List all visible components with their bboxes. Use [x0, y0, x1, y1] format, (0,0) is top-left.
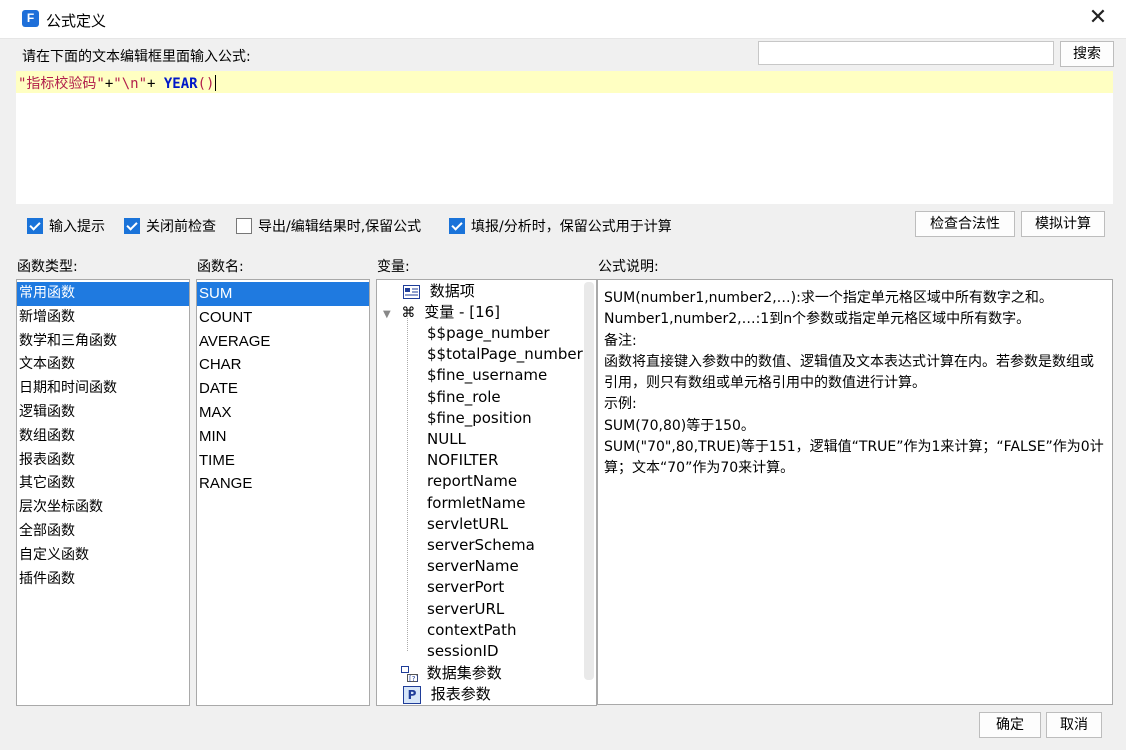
- tree-item-dataset-params[interactable]: [?] 数据集参数: [401, 663, 502, 684]
- variables-scrollbar[interactable]: [584, 282, 594, 680]
- list-item[interactable]: MIN: [197, 425, 369, 449]
- option-input-hint[interactable]: 输入提示: [27, 216, 105, 236]
- search-button[interactable]: 搜索: [1060, 41, 1114, 67]
- tree-item-variable[interactable]: serverPort: [427, 577, 504, 598]
- formula-description: SUM(number1,number2,…):求一个指定单元格区域中所有数字之和…: [597, 279, 1113, 705]
- list-item[interactable]: 日期和时间函数: [17, 377, 189, 401]
- close-icon[interactable]: ✕: [1084, 4, 1112, 32]
- title-bar: F 公式定义 ✕: [0, 0, 1126, 39]
- tree-item-variable[interactable]: sessionID: [427, 641, 499, 662]
- list-item[interactable]: 插件函数: [17, 568, 189, 592]
- variables-label: 变量:: [377, 259, 410, 275]
- desc-line: 函数将直接键入参数中的数值、逻辑值及文本表达式计算在内。若参数是数组或引用，则只…: [604, 353, 1094, 392]
- list-item[interactable]: TIME: [197, 449, 369, 473]
- list-item[interactable]: 全部函数: [17, 520, 189, 544]
- tree-item-variable[interactable]: serverURL: [427, 599, 504, 620]
- list-item[interactable]: 逻辑函数: [17, 401, 189, 425]
- editor-prompt: 请在下面的文本编辑框里面输入公式:: [22, 49, 251, 65]
- list-item[interactable]: 数学和三角函数: [17, 330, 189, 354]
- tree-item-variable[interactable]: contextPath: [427, 620, 517, 641]
- tree-item-variable[interactable]: $$page_number: [427, 323, 550, 344]
- tree-item-variable[interactable]: $$totalPage_number: [427, 344, 583, 365]
- func-type-label: 函数类型:: [17, 259, 78, 275]
- desc-line: 备注:: [604, 332, 637, 349]
- check-validity-button[interactable]: 检查合法性: [915, 211, 1015, 237]
- tree-item-variable[interactable]: $fine_position: [427, 408, 532, 429]
- list-item[interactable]: 报表函数: [17, 449, 189, 473]
- tree-item-variable[interactable]: serverSchema: [427, 535, 535, 556]
- collapse-arrow-icon[interactable]: ▼: [383, 309, 391, 320]
- list-item[interactable]: 自定义函数: [17, 544, 189, 568]
- list-item[interactable]: 文本函数: [17, 353, 189, 377]
- option-keep-formula-export[interactable]: 导出/编辑结果时,保留公式: [236, 216, 421, 236]
- tree-guide-line: [407, 316, 408, 651]
- keep-formula-export-checkbox[interactable]: [236, 218, 252, 234]
- list-item[interactable]: 新增函数: [17, 306, 189, 330]
- list-item[interactable]: 其它函数: [17, 472, 189, 496]
- list-item[interactable]: MAX: [197, 401, 369, 425]
- list-item[interactable]: SUM: [197, 282, 369, 306]
- tree-item-variable[interactable]: NULL: [427, 429, 466, 450]
- func-name-list: SUM COUNT AVERAGE CHAR DATE MAX MIN TIME…: [196, 279, 370, 706]
- keep-formula-fill-checkbox[interactable]: [449, 218, 465, 234]
- desc-line: Number1,number2,…:1到n个参数或指定单元格区域中所有数字。: [604, 311, 1031, 328]
- desc-line: SUM(70,80)等于150。: [604, 417, 755, 434]
- description-label: 公式说明:: [598, 259, 659, 275]
- search-input[interactable]: [758, 41, 1054, 65]
- list-item[interactable]: CHAR: [197, 353, 369, 377]
- input-hint-checkbox[interactable]: [27, 218, 43, 234]
- desc-line: SUM("70",80,TRUE)等于151，逻辑值“TRUE”作为1来计算；“…: [604, 439, 1104, 477]
- tree-item-variable[interactable]: servletURL: [427, 514, 508, 535]
- window-title: 公式定义: [46, 12, 107, 30]
- desc-line: 示例:: [604, 396, 637, 413]
- option-check-before-close[interactable]: 关闭前检查: [124, 216, 216, 236]
- cancel-button[interactable]: 取消: [1046, 712, 1102, 738]
- tree-item-report-params[interactable]: P 报表参数: [403, 684, 491, 705]
- list-item[interactable]: RANGE: [197, 472, 369, 496]
- list-item[interactable]: 层次坐标函数: [17, 496, 189, 520]
- simulate-calc-button[interactable]: 模拟计算: [1021, 211, 1105, 237]
- check-before-close-checkbox[interactable]: [124, 218, 140, 234]
- variable-icon: ⌘: [401, 305, 416, 321]
- formula-editor[interactable]: "指标校验码"+"\n"+ YEAR(): [16, 71, 1113, 204]
- ok-button[interactable]: 确定: [979, 712, 1041, 738]
- func-name-label: 函数名:: [197, 259, 244, 275]
- desc-line: SUM(number1,number2,…):求一个指定单元格区域中所有数字之和…: [604, 290, 1053, 306]
- dataset-params-icon: [?]: [401, 665, 418, 682]
- tree-item-data-item[interactable]: 数据项: [403, 281, 475, 302]
- list-item[interactable]: 常用函数: [17, 282, 189, 306]
- report-params-icon: P: [403, 685, 421, 704]
- option-keep-formula-fill[interactable]: 填报/分析时，保留公式用于计算: [449, 216, 672, 236]
- data-item-icon: [403, 284, 420, 299]
- tree-item-variable[interactable]: serverName: [427, 556, 519, 577]
- func-type-list: 常用函数 新增函数 数学和三角函数 文本函数 日期和时间函数 逻辑函数 数组函数…: [16, 279, 190, 706]
- tree-item-variable[interactable]: $fine_username: [427, 365, 547, 386]
- list-item[interactable]: AVERAGE: [197, 330, 369, 354]
- variables-tree: 数据项 ▼ ⌘ 变量 - [16] $$page_number $$totalPa…: [376, 279, 597, 706]
- app-logo-icon: F: [22, 10, 39, 27]
- list-item[interactable]: DATE: [197, 377, 369, 401]
- formula-text: "指标校验码"+"\n"+ YEAR(): [18, 75, 217, 92]
- list-item[interactable]: 数组函数: [17, 425, 189, 449]
- tree-item-variable[interactable]: $fine_role: [427, 387, 501, 408]
- tree-item-variable[interactable]: formletName: [427, 493, 526, 514]
- tree-item-variable[interactable]: NOFILTER: [427, 450, 498, 471]
- tree-item-variable[interactable]: reportName: [427, 471, 517, 492]
- svg-text:[?]: [?]: [409, 675, 418, 682]
- list-item[interactable]: COUNT: [197, 306, 369, 330]
- text-caret: [215, 75, 217, 91]
- tree-item-variables-group[interactable]: ▼ ⌘ 变量 - [16]: [383, 302, 500, 323]
